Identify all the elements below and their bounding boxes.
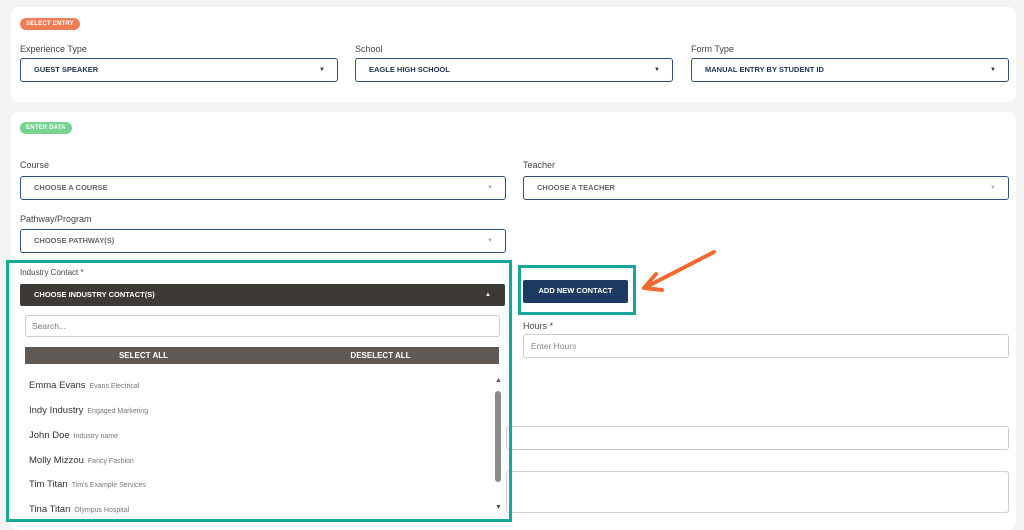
form-type-value: MANUAL ENTRY BY STUDENT ID: [705, 65, 824, 74]
chevron-down-icon: ▼: [990, 185, 996, 191]
chevron-down-icon: ▼: [990, 67, 996, 73]
form-type-select[interactable]: MANUAL ENTRY BY STUDENT ID ▼: [691, 58, 1009, 82]
select-entry-badge: SELECT ENTRY: [20, 18, 80, 30]
pathway-select[interactable]: CHOOSE PATHWAY(S) ▼: [20, 229, 506, 253]
course-placeholder: CHOOSE A COURSE: [34, 183, 108, 192]
teacher-label: Teacher: [523, 160, 556, 170]
experience-type-value: GUEST SPEAKER: [34, 65, 99, 74]
course-select[interactable]: CHOOSE A COURSE ▼: [20, 176, 506, 200]
hours-label: Hours *: [523, 321, 554, 331]
form-type-label: Form Type: [691, 44, 734, 54]
hours-input[interactable]: Enter Hours: [523, 334, 1009, 358]
school-select[interactable]: EAGLE HIGH SCHOOL ▼: [355, 58, 673, 82]
teacher-placeholder: CHOOSE A TEACHER: [537, 183, 615, 192]
text-input[interactable]: [506, 426, 1009, 450]
school-value: EAGLE HIGH SCHOOL: [369, 65, 450, 74]
teacher-select[interactable]: CHOOSE A TEACHER ▼: [523, 176, 1009, 200]
arrow-icon: [642, 250, 716, 292]
enter-data-badge: ENTER DATA: [20, 122, 72, 134]
chevron-down-icon: ▼: [319, 67, 325, 73]
experience-type-select[interactable]: GUEST SPEAKER ▼: [20, 58, 338, 82]
experience-type-label: Experience Type: [20, 44, 87, 54]
hours-placeholder: Enter Hours: [531, 341, 577, 351]
chevron-down-icon: ▼: [487, 185, 493, 191]
chevron-down-icon: ▼: [654, 67, 660, 73]
course-label: Course: [20, 160, 50, 170]
school-label: School: [355, 44, 383, 54]
chevron-down-icon: ▼: [487, 238, 493, 244]
textarea-input[interactable]: [506, 471, 1009, 513]
industry-contact-highlight: [6, 260, 512, 522]
pathway-label: Pathway/Program: [20, 214, 92, 224]
pathway-placeholder: CHOOSE PATHWAY(S): [34, 236, 115, 245]
add-new-contact-button[interactable]: ADD NEW CONTACT: [523, 280, 628, 303]
select-entry-card: [11, 7, 1016, 102]
